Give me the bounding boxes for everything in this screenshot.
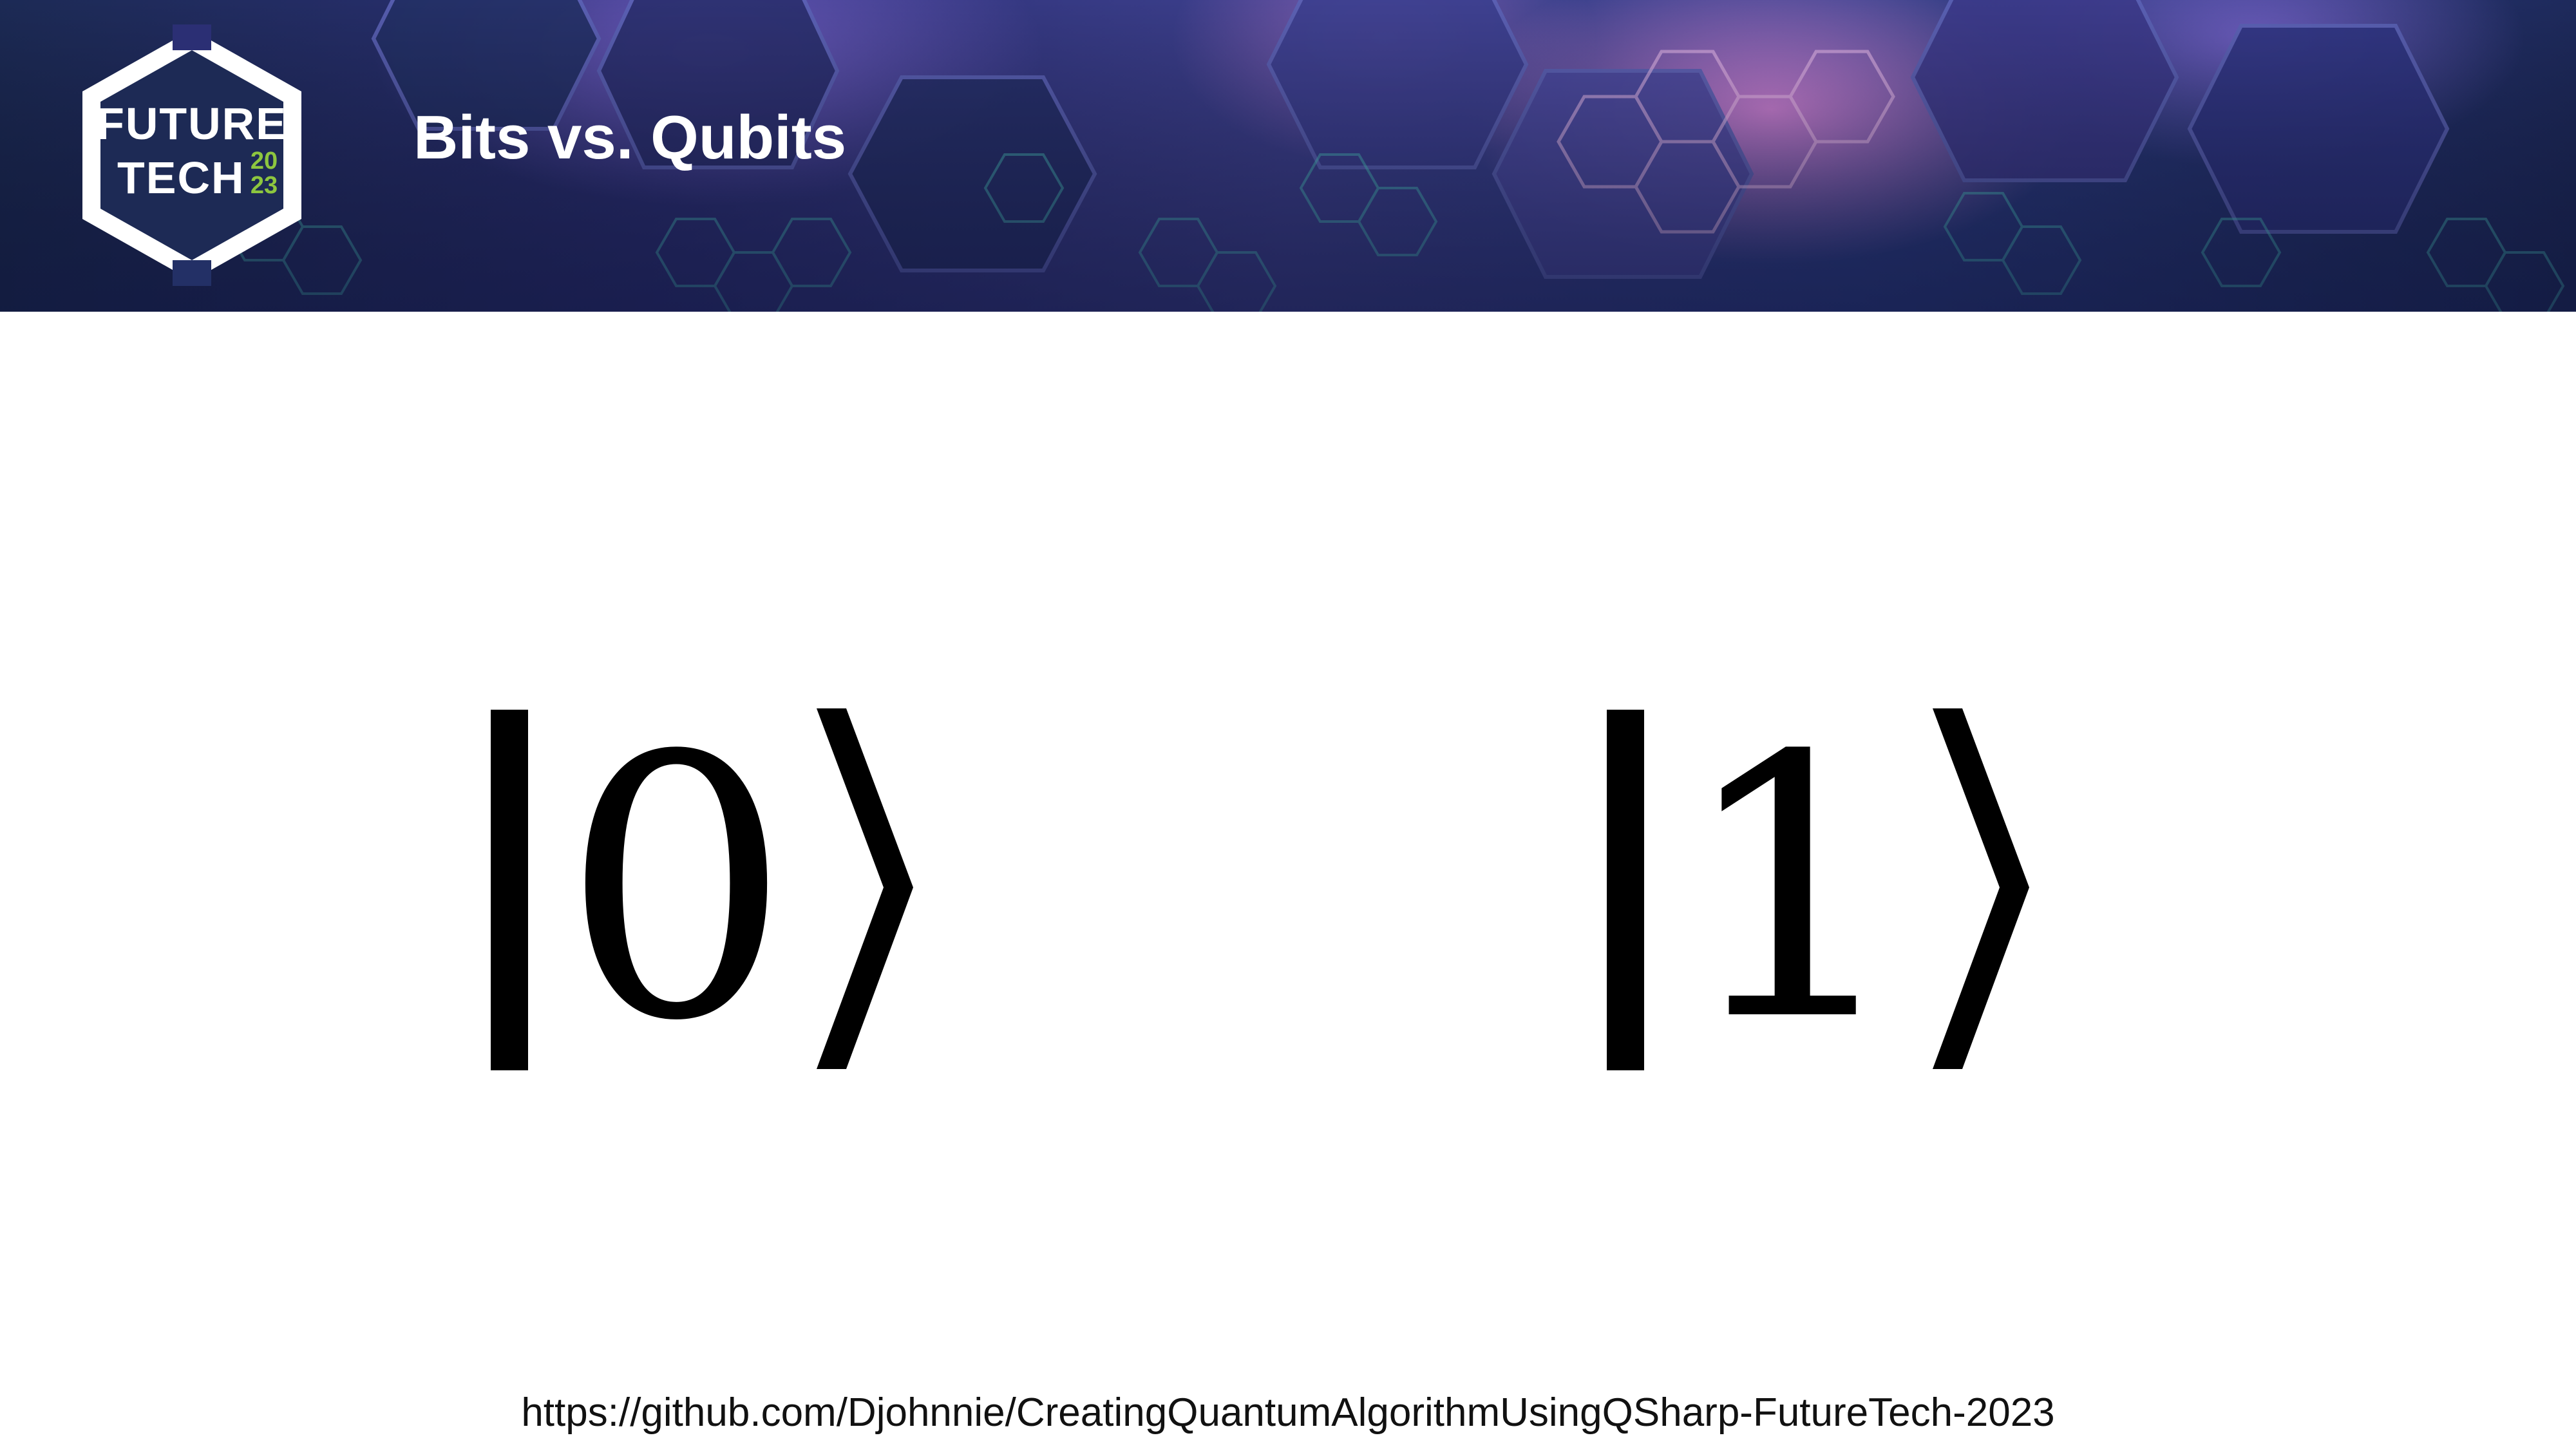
- github-link[interactable]: https://github.com/Djohnnie/CreatingQuan…: [0, 1390, 2576, 1435]
- logo-hexagon-icon: FUTURE TECH 20 23: [82, 24, 301, 286]
- futuretech-logo: FUTURE TECH 20 23: [76, 24, 308, 286]
- ket-bar: [1607, 709, 1644, 1070]
- ket-one-label: 1: [1678, 679, 1908, 1100]
- logo-year-bottom: 23: [251, 172, 278, 199]
- logo-line1: FUTURE: [97, 99, 287, 149]
- header-banner: FUTURE TECH 20 23 Bits vs. Qubits: [0, 0, 2576, 312]
- ket-one: 1: [1607, 679, 2030, 1100]
- right-angle-bracket-icon: [1933, 708, 2030, 1071]
- slide-title: Bits vs. Qubits: [413, 103, 847, 172]
- hexagon-pattern-background: [0, 0, 2576, 312]
- ket-zero: 0: [491, 679, 914, 1100]
- ket-bar: [491, 709, 528, 1070]
- logo-line2: TECH: [117, 153, 245, 203]
- right-angle-bracket-icon: [817, 708, 914, 1071]
- slide: FUTURE TECH 20 23 Bits vs. Qubits 0 1 ht…: [0, 0, 2576, 1449]
- logo-year-top: 20: [251, 147, 278, 175]
- ket-zero-label: 0: [562, 679, 791, 1100]
